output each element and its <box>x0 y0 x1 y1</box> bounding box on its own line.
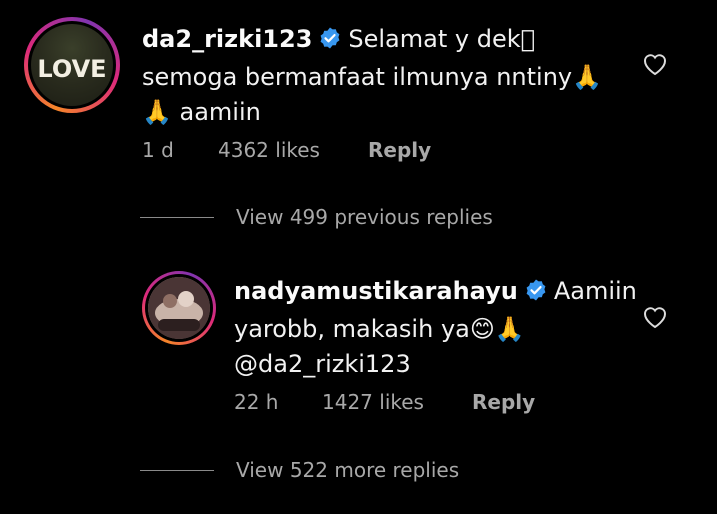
divider-line <box>140 216 214 218</box>
reply-text-line1: Aamiin <box>553 277 637 305</box>
comment-text-line2: semoga bermanfaat ilmunya nntiny🙏 <box>142 63 603 91</box>
view-previous-label: View 499 previous replies <box>236 205 493 229</box>
reply-likes[interactable]: 1427 likes <box>322 390 472 414</box>
divider-line <box>140 469 214 471</box>
comments-thread: LOVE da2_rizki123 Selamat y dek  semoga b… <box>0 0 717 514</box>
comment-meta: 1 d 4362 likes Reply <box>142 138 431 162</box>
reply-meta: 22 h 1427 likes Reply <box>234 390 535 414</box>
reply-body: nadyamustikarahayu Aamiin yarobb, makasih… <box>234 274 637 382</box>
heart-outline-icon[interactable] <box>642 52 668 80</box>
reply-mention-link[interactable]: @da2_rizki123 <box>234 347 637 382</box>
reply-time: 22 h <box>234 390 279 414</box>
comment-body: da2_rizki123 Selamat y dek  semoga berman… <box>142 22 602 130</box>
comment-likes[interactable]: 4362 likes <box>218 138 368 162</box>
comment-reply-button[interactable]: Reply <box>368 138 431 162</box>
comment-text-line1: Selamat y dek  <box>348 25 536 53</box>
avatar-photo-icon <box>148 277 210 339</box>
comment-username[interactable]: da2_rizki123 <box>142 25 312 53</box>
view-previous-replies-button[interactable]: View 499 previous replies <box>140 205 493 229</box>
avatar-da2-rizki123[interactable]: LOVE <box>24 17 120 113</box>
reply-username[interactable]: nadyamustikarahayu <box>234 277 518 305</box>
avatar-nadyamustikarahayu[interactable] <box>142 271 216 345</box>
comment-text-line3: 🙏 aamiin <box>142 98 261 126</box>
heart-outline-icon[interactable] <box>642 305 668 333</box>
reply-text-line2: yarobb, makasih ya😊🙏 <box>234 315 525 343</box>
reply-reply-button[interactable]: Reply <box>472 390 535 414</box>
view-more-replies-button[interactable]: View 522 more replies <box>140 458 459 482</box>
verified-badge-icon <box>318 25 342 60</box>
comment-time: 1 d <box>142 138 174 162</box>
view-more-label: View 522 more replies <box>236 458 460 482</box>
verified-badge-icon <box>524 277 548 312</box>
avatar-love-text: LOVE <box>37 55 107 83</box>
